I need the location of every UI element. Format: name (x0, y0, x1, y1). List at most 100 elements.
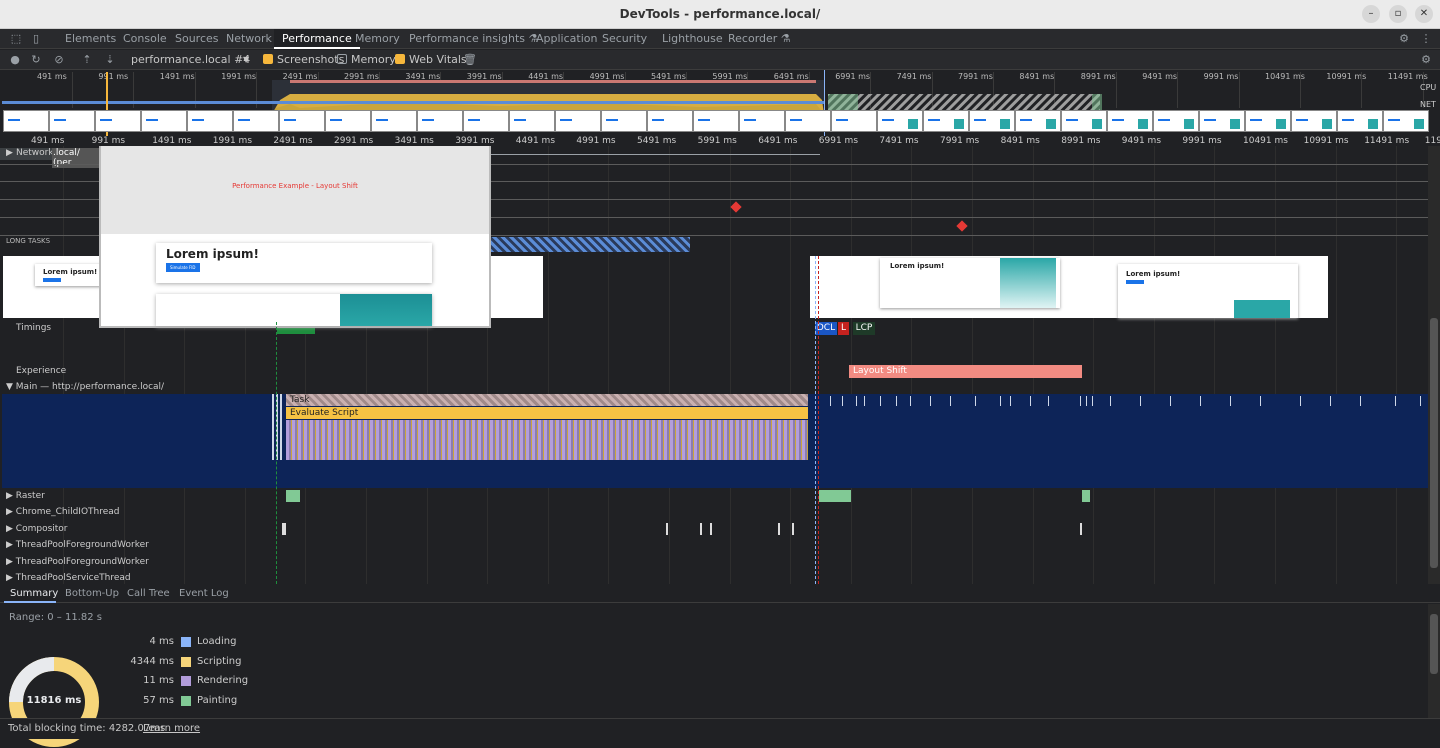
network-track-header[interactable]: ▶ Network .local/ (per (0, 148, 100, 168)
main-thread-task-tick[interactable] (1140, 396, 1141, 406)
filmstrip-thumbnail[interactable] (785, 110, 831, 132)
screenshots-checkbox[interactable]: Screenshots (263, 53, 344, 67)
compositor-task[interactable] (710, 523, 712, 535)
filmstrip-thumbnail[interactable] (325, 110, 371, 132)
record-icon[interactable]: ● (9, 54, 21, 66)
screenshot-frame[interactable]: Lorem ipsum! Lorem ipsum! (810, 256, 1328, 318)
recording-select[interactable]: performance.local #4 ▼ (131, 53, 251, 67)
filmstrip-thumbnail[interactable] (1337, 110, 1383, 132)
tab-elements[interactable]: Elements (65, 29, 116, 49)
filmstrip-thumbnail[interactable] (1199, 110, 1245, 132)
clear-icon[interactable]: ⊘ (53, 54, 65, 66)
main-thread-task-tick[interactable] (280, 394, 282, 460)
load-profile-icon[interactable]: ⇡ (81, 54, 93, 66)
main-thread-task-tick[interactable] (1260, 396, 1261, 406)
main-thread-task-tick[interactable] (1048, 396, 1049, 406)
network-request-bar[interactable] (490, 154, 820, 155)
main-thread-task-tick[interactable] (1330, 396, 1331, 406)
raster-task[interactable] (819, 490, 851, 502)
main-thread-task-tick[interactable] (930, 396, 931, 406)
tab-network[interactable]: Network (226, 29, 272, 49)
capture-settings-gear-icon[interactable]: ⚙ (1420, 54, 1432, 66)
close-icon[interactable]: ✕ (1415, 5, 1433, 23)
main-thread-task-tick[interactable] (864, 396, 865, 406)
summary-scrollbar-thumb[interactable] (1430, 614, 1438, 674)
summary-scrollbar[interactable] (1428, 604, 1440, 718)
main-thread-task-tick[interactable] (1300, 396, 1301, 406)
filmstrip-thumbnail[interactable] (739, 110, 785, 132)
tab-memory[interactable]: Memory (355, 29, 400, 49)
main-thread-task-tick[interactable] (1092, 396, 1093, 406)
main-thread-task-tick[interactable] (1000, 396, 1001, 406)
tab-application[interactable]: Application (536, 29, 597, 49)
maximize-icon[interactable]: ▫ (1389, 5, 1407, 23)
filmstrip-thumbnail[interactable] (463, 110, 509, 132)
webvitals-checkbox[interactable]: Web Vitals (395, 53, 467, 67)
raster-task[interactable] (286, 490, 300, 502)
filmstrip-thumbnail[interactable] (49, 110, 95, 132)
filmstrip-thumbnail[interactable] (371, 110, 417, 132)
web-vital-marker[interactable] (956, 220, 968, 232)
filmstrip-thumbnail[interactable] (555, 110, 601, 132)
main-thread-task-tick[interactable] (1200, 396, 1201, 406)
minimize-icon[interactable]: – (1362, 5, 1380, 23)
inspect-element-icon[interactable]: ⬚ (10, 33, 22, 45)
compositor-task[interactable] (666, 523, 668, 535)
main-thread-task-tick[interactable] (1080, 396, 1081, 406)
save-profile-icon[interactable]: ⇣ (104, 54, 116, 66)
tab-security[interactable]: Security (602, 29, 647, 49)
filmstrip-thumbnail[interactable] (279, 110, 325, 132)
filmstrip-thumbnail[interactable] (417, 110, 463, 132)
settings-gear-icon[interactable]: ⚙ (1398, 33, 1410, 45)
compositor-task[interactable] (1080, 523, 1082, 535)
web-vital-marker[interactable] (730, 201, 742, 213)
task-bar[interactable]: Task (286, 394, 808, 406)
filmstrip-thumbnail[interactable] (95, 110, 141, 132)
main-thread-task-tick[interactable] (1170, 396, 1171, 406)
threadpool-fg-track-header[interactable]: ▶ ThreadPoolForegroundWorker (6, 557, 149, 567)
filmstrip-thumbnail[interactable] (969, 110, 1015, 132)
compositor-task[interactable] (700, 523, 702, 535)
main-thread-task-tick[interactable] (896, 396, 897, 406)
flame-scrollbar-thumb[interactable] (1430, 318, 1438, 568)
filmstrip-thumbnail[interactable] (923, 110, 969, 132)
evaluate-script-bar[interactable]: Evaluate Script (286, 407, 808, 419)
filmstrip-thumbnail[interactable] (693, 110, 739, 132)
tab-console[interactable]: Console (123, 29, 167, 49)
learn-more-link[interactable]: Learn more (143, 723, 200, 734)
long-task-bar[interactable] (490, 237, 690, 252)
reload-record-icon[interactable]: ↻ (30, 54, 42, 66)
filmstrip-thumbnail[interactable] (877, 110, 923, 132)
main-thread-task-tick[interactable] (1110, 396, 1111, 406)
filmstrip-thumbnail[interactable] (601, 110, 647, 132)
main-thread-task-tick[interactable] (880, 396, 881, 406)
filmstrip-thumbnail[interactable] (1107, 110, 1153, 132)
threadpool-service-track-header[interactable]: ▶ ThreadPoolServiceThread (6, 573, 131, 583)
compositor-track-header[interactable]: ▶ Compositor (6, 524, 68, 534)
layout-shift-bar[interactable]: Layout Shift (849, 365, 1082, 378)
main-thread-task-tick[interactable] (1395, 396, 1396, 406)
filmstrip-thumbnail[interactable] (1153, 110, 1199, 132)
main-thread-task-tick[interactable] (975, 396, 976, 406)
timeline-overview[interactable]: 491 ms 991 ms 1491 ms 1991 ms 2491 ms 2991 ms… (0, 70, 1440, 136)
main-thread-task-tick[interactable] (272, 394, 274, 460)
tab-bottom-up[interactable]: Bottom-Up (65, 588, 119, 599)
filmstrip-thumbnail[interactable] (1015, 110, 1061, 132)
tab-lighthouse[interactable]: Lighthouse (662, 29, 723, 49)
filmstrip-thumbnail[interactable] (1291, 110, 1337, 132)
main-thread-task-tick[interactable] (1360, 396, 1361, 406)
compositor-task[interactable] (792, 523, 794, 535)
flame-chart[interactable]: ▶ Network .local/ (per LONG TASKS Lorem … (0, 146, 1428, 584)
filmstrip-thumbnail[interactable] (187, 110, 233, 132)
main-thread-task-tick[interactable] (1010, 396, 1011, 406)
raster-track-header[interactable]: ▶ Raster (6, 491, 45, 501)
tab-sources[interactable]: Sources (175, 29, 219, 49)
filmstrip-thumbnail[interactable] (831, 110, 877, 132)
threadpool-fg-track-header[interactable]: ▶ ThreadPoolForegroundWorker (6, 540, 149, 550)
garbage-collect-icon[interactable]: 🗑 (463, 54, 477, 66)
filmstrip-thumbnail[interactable] (647, 110, 693, 132)
tab-recorder[interactable]: Recorder ⚗ (728, 29, 791, 49)
main-thread-task-tick[interactable] (856, 396, 857, 406)
more-options-icon[interactable]: ⋮ (1420, 33, 1432, 45)
tab-performance-insights[interactable]: Performance insights ⚗ (409, 29, 538, 49)
